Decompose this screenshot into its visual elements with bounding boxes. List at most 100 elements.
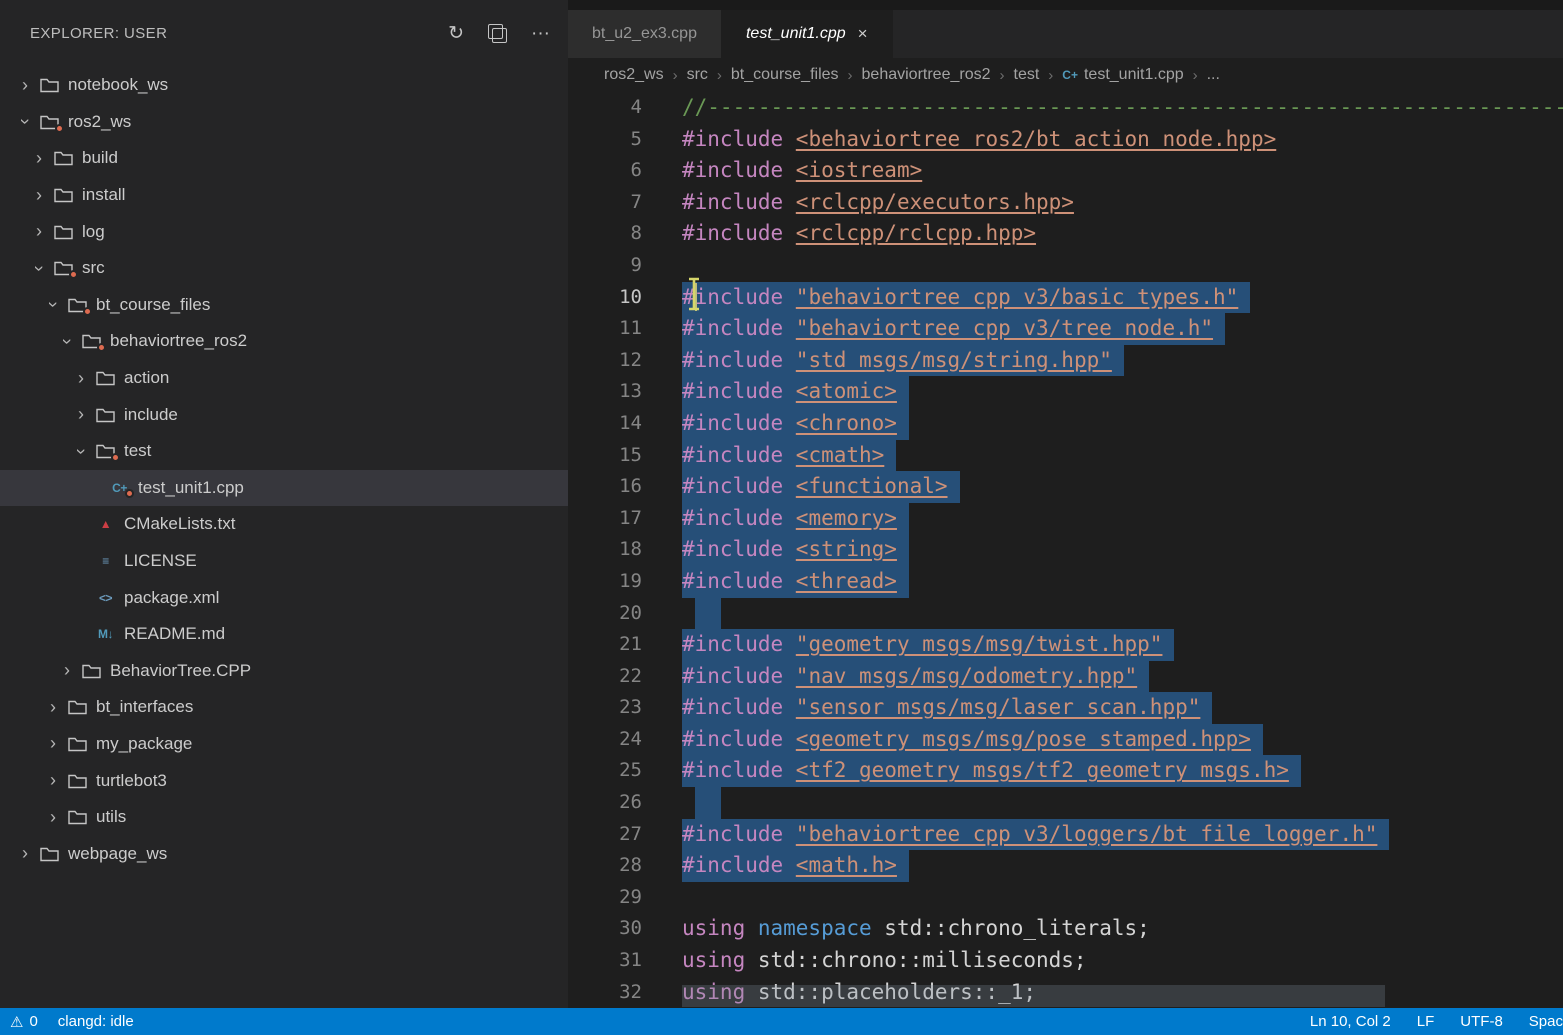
code-line-11[interactable]: 11#include "behaviortree_cpp_v3/tree_nod…: [568, 313, 1563, 345]
indentation-status[interactable]: Spac: [1529, 1013, 1563, 1030]
code-token: #include: [682, 348, 796, 372]
breadcrumb-separator-icon: ›: [673, 67, 678, 84]
tree-file-CMakeLists.txt[interactable]: ▲CMakeLists.txt: [0, 506, 568, 543]
code-token: std::chrono_literals;: [884, 916, 1150, 940]
tree-folder-test[interactable]: ›test: [0, 433, 568, 470]
code-line-13[interactable]: 13 #include <atomic>: [568, 376, 1563, 408]
code-line-14[interactable]: 14#include <chrono>: [568, 408, 1563, 440]
tree-folder-BehaviorTree.CPP[interactable]: ›BehaviorTree.CPP: [0, 653, 568, 690]
eol-status[interactable]: LF: [1417, 1013, 1435, 1030]
tree-folder-build[interactable]: ›build: [0, 140, 568, 177]
code-line-28[interactable]: 28#include <math.h>: [568, 850, 1563, 882]
tab-test_unit1.cpp[interactable]: test_unit1.cpp×: [722, 10, 893, 58]
code-line-19[interactable]: 19#include <thread>: [568, 566, 1563, 598]
close-icon[interactable]: ×: [858, 24, 868, 44]
tab-label: bt_u2_ex3.cpp: [592, 25, 697, 43]
encoding-status[interactable]: UTF-8: [1460, 1013, 1503, 1030]
code-line-29[interactable]: 29: [568, 882, 1563, 914]
chevron-right-icon: ›: [28, 148, 50, 169]
chevron-right-icon: ›: [42, 733, 64, 754]
git-modified-dot: [69, 270, 78, 279]
breadcrumb-item-behaviortree_ros2[interactable]: behaviortree_ros2: [862, 66, 991, 84]
line-number: 23: [568, 692, 642, 724]
code-line-18[interactable]: 18#include <string>: [568, 534, 1563, 566]
more-actions-icon[interactable]: ···: [531, 24, 550, 43]
tree-folder-install[interactable]: ›install: [0, 177, 568, 214]
code-line-5[interactable]: 5#include <behaviortree_ros2/bt_action_n…: [568, 124, 1563, 156]
line-number: 13: [568, 376, 642, 408]
code-line-6[interactable]: 6#include <iostream>: [568, 155, 1563, 187]
tree-folder-behaviortree_ros2[interactable]: ›behaviortree_ros2: [0, 323, 568, 360]
code-text: #include <cmath>: [682, 440, 896, 472]
titlebar-strip: [568, 0, 1563, 10]
code-line-21[interactable]: 21#include "geometry_msgs/msg/twist.hpp": [568, 629, 1563, 661]
breadcrumb-item-test[interactable]: test: [1014, 66, 1040, 84]
code-text: #include <rclcpp/executors.hpp>: [682, 187, 1074, 219]
code-line-27[interactable]: 27#include "behaviortree_cpp_v3/loggers/…: [568, 819, 1563, 851]
tree-folder-my_package[interactable]: ›my_package: [0, 726, 568, 763]
tree-file-test_unit1.cpp[interactable]: C+test_unit1.cpp: [0, 470, 568, 507]
tree-file-README.md[interactable]: M↓README.md: [0, 616, 568, 653]
code-line-9[interactable]: 9: [568, 250, 1563, 282]
tree-folder-bt_course_files[interactable]: ›bt_course_files: [0, 287, 568, 324]
warning-icon: ⚠: [10, 1013, 23, 1031]
breadcrumb-separator-icon: ›: [1193, 67, 1198, 84]
tree-file-package.xml[interactable]: <>package.xml: [0, 579, 568, 616]
breadcrumb-item-ros2_ws[interactable]: ros2_ws: [604, 66, 664, 84]
line-number: 20: [568, 598, 642, 630]
horizontal-scrollbar[interactable]: [682, 985, 1385, 1007]
code-line-8[interactable]: 8#include <rclcpp/rclcpp.hpp>: [568, 218, 1563, 250]
tree-folder-src[interactable]: ›src: [0, 250, 568, 287]
code-line-25[interactable]: 25#include <tf2_geometry_msgs/tf2_geomet…: [568, 755, 1563, 787]
breadcrumb-item-test_unit1.cpp[interactable]: C+test_unit1.cpp: [1062, 66, 1183, 84]
code-line-22[interactable]: 22#include "nav_msgs/msg/odometry.hpp": [568, 661, 1563, 693]
breadcrumb-item-...[interactable]: ...: [1207, 66, 1220, 84]
code-line-30[interactable]: 30using namespace std::chrono_literals;: [568, 913, 1563, 945]
code-line-4[interactable]: 4//-------------------------------------…: [568, 92, 1563, 124]
tree-folder-log[interactable]: ›log: [0, 213, 568, 250]
folder-icon: [64, 809, 91, 825]
code-line-20[interactable]: 20: [568, 598, 1563, 630]
breadcrumb: ros2_ws›src›bt_course_files›behaviortree…: [568, 58, 1563, 92]
tree-item-label: BehaviorTree.CPP: [110, 661, 251, 681]
code-line-17[interactable]: 17#include <memory>: [568, 503, 1563, 535]
tree-folder-action[interactable]: ›action: [0, 360, 568, 397]
tree-file-LICENSE[interactable]: ≡LICENSE: [0, 543, 568, 580]
cursor-position-status[interactable]: Ln 10, Col 2: [1310, 1013, 1391, 1030]
code-line-16[interactable]: 16#include <functional>: [568, 471, 1563, 503]
folder-icon: [36, 846, 63, 862]
code-line-24[interactable]: 24#include <geometry_msgs/msg/pose_stamp…: [568, 724, 1563, 756]
tree-folder-ros2_ws[interactable]: ›ros2_ws: [0, 104, 568, 141]
code-line-7[interactable]: 7#include <rclcpp/executors.hpp>: [568, 187, 1563, 219]
code-line-23[interactable]: 23#include "sensor_msgs/msg/laser_scan.h…: [568, 692, 1563, 724]
tree-folder-bt_interfaces[interactable]: ›bt_interfaces: [0, 689, 568, 726]
code-editor[interactable]: 4//-------------------------------------…: [568, 92, 1563, 1008]
save-all-icon[interactable]: [488, 24, 507, 43]
tree-folder-notebook_ws[interactable]: ›notebook_ws: [0, 67, 568, 104]
tree-item-label: webpage_ws: [68, 844, 167, 864]
line-number: 21: [568, 629, 642, 661]
mouse-ibeam-cursor: [685, 277, 703, 311]
selection-highlight: #include <math.h>: [682, 850, 909, 882]
code-token: "behaviortree_cpp_v3/loggers/bt_file_log…: [796, 822, 1378, 846]
code-line-12[interactable]: 12#include "std_msgs/msg/string.hpp": [568, 345, 1563, 377]
code-line-26[interactable]: 26: [568, 787, 1563, 819]
problems-status[interactable]: ⚠ 0: [10, 1013, 38, 1031]
clangd-status[interactable]: clangd: idle: [58, 1013, 134, 1030]
tree-item-label: turtlebot3: [96, 771, 167, 791]
tree-folder-utils[interactable]: ›utils: [0, 799, 568, 836]
code-line-10[interactable]: 10#include "behaviortree_cpp_v3/basic_ty…: [568, 282, 1563, 314]
selection-highlight: #include <atomic>: [682, 376, 909, 408]
breadcrumb-item-bt_course_files[interactable]: bt_course_files: [731, 66, 839, 84]
tree-folder-webpage_ws[interactable]: ›webpage_ws: [0, 835, 568, 872]
breadcrumb-item-src[interactable]: src: [687, 66, 708, 84]
tree-folder-turtlebot3[interactable]: ›turtlebot3: [0, 762, 568, 799]
line-number: 18: [568, 534, 642, 566]
code-line-15[interactable]: 15#include <cmath>: [568, 440, 1563, 472]
refresh-explorer-icon[interactable]: ↻: [448, 24, 464, 43]
folder-icon: [50, 224, 77, 240]
code-text: #include <behaviortree_ros2/bt_action_no…: [682, 124, 1276, 156]
code-line-31[interactable]: 31using std::chrono::milliseconds;: [568, 945, 1563, 977]
tab-bt_u2_ex3.cpp[interactable]: bt_u2_ex3.cpp: [568, 10, 722, 58]
tree-folder-include[interactable]: ›include: [0, 396, 568, 433]
